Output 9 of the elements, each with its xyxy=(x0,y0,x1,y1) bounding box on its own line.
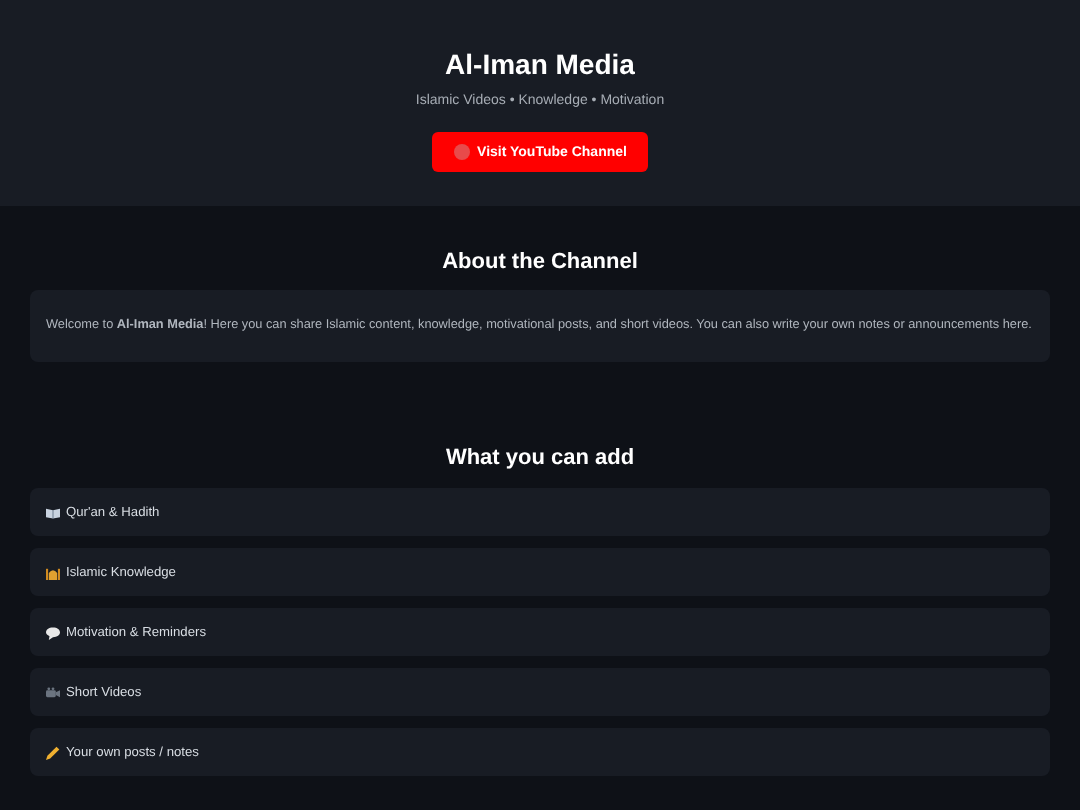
circle-icon xyxy=(453,144,470,160)
pencil-icon xyxy=(46,745,60,759)
section-heading: What you can add xyxy=(443,446,637,470)
mosque-icon xyxy=(46,565,60,579)
camera-icon xyxy=(46,685,60,699)
speech-bubble-icon xyxy=(46,625,60,639)
site-title: Al-Iman Media xyxy=(445,48,635,80)
book-icon xyxy=(46,505,60,519)
section-heading: About the Channel xyxy=(440,250,640,274)
